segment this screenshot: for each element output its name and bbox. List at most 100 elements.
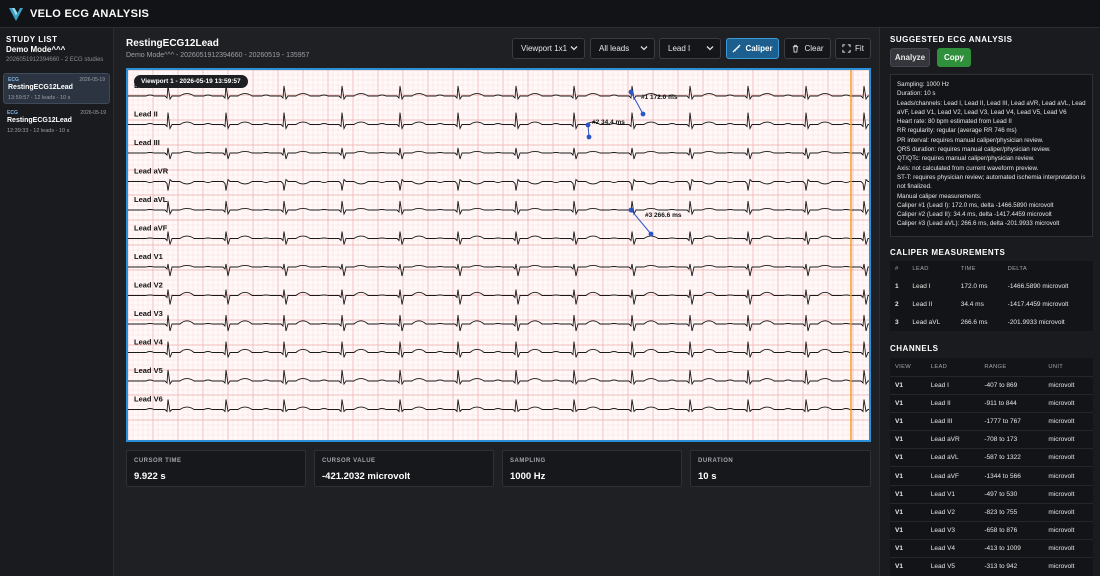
table-cell: microvolt — [1043, 430, 1093, 450]
stat-label: DURATION — [698, 458, 734, 464]
analysis-line: Sampling: 1000 Hz — [897, 81, 950, 88]
table-cell: Lead I — [912, 282, 931, 290]
table-cell: V1 — [890, 521, 926, 541]
caliper-row[interactable]: 2 Lead II 34.4 ms -1417.4459 microvolt — [890, 295, 1093, 313]
table-cell: V1 — [890, 485, 926, 504]
trash-icon — [793, 44, 799, 53]
table-cell: microvolt — [1043, 466, 1093, 486]
channel-row[interactable]: V1 Lead aVF -1344 to 566 microvolt — [890, 466, 1093, 486]
lead-filter-value: All leads — [599, 44, 630, 53]
stat-label: CURSOR VALUE — [322, 458, 376, 464]
study-type-tag: ECG — [7, 110, 18, 116]
caliper-table: # LEAD TIME DELTA 1 Lead I 172.0 ms -1466.5… — [890, 261, 1093, 331]
table-cell: 34.4 ms — [960, 300, 984, 308]
lead-label: Lead V1 — [134, 252, 163, 261]
table-header-row: # LEAD TIME DELTA — [890, 261, 1093, 277]
channel-row[interactable]: V1 Lead V5 -313 to 942 microvolt — [890, 557, 1093, 576]
caliper-lead-select[interactable]: Lead I — [659, 38, 721, 59]
analysis-header: SUGGESTED ECG ANALYSIS — [890, 35, 1013, 44]
clear-button[interactable]: Clear — [784, 38, 831, 59]
study-date: 2026-05-19 — [79, 77, 105, 83]
column-header: TIME — [960, 266, 976, 272]
caliper-table-header: CALIPER MEASUREMENTS — [890, 248, 1006, 257]
viewport-badge: Viewport 1 - 2026-05-19 13:59:57 — [134, 75, 248, 88]
analysis-line: RR regularity: regular (average RR 746 m… — [897, 127, 1017, 135]
ecg-viewport[interactable]: Lead ILead IILead IIILead aVRLead aVLLea… — [126, 68, 871, 442]
stat-value: 1000 Hz — [510, 471, 546, 482]
table-cell: 1 — [895, 282, 899, 290]
viewport-layout-select[interactable]: Viewport 1x1 — [512, 38, 585, 59]
table-cell: V1 — [890, 394, 926, 413]
study-type-tag: ECG — [8, 77, 19, 83]
top-bar: VELO ECG ANALYSIS — [0, 0, 1100, 28]
table-cell: Lead V5 — [925, 557, 980, 576]
table-cell: 2 — [895, 300, 899, 308]
caliper-label: #3 266.6 ms — [645, 212, 682, 219]
ecg-waveform-canvas[interactable]: Lead ILead IILead IIILead aVRLead aVLLea… — [128, 70, 869, 440]
table-cell: Lead V2 — [925, 503, 980, 523]
analysis-line: QT/QTc: requires manual caliper/physicia… — [897, 155, 1035, 163]
table-cell: V1 — [890, 557, 926, 576]
study-list-header: STUDY LIST — [6, 35, 58, 44]
column-header: # — [895, 266, 899, 272]
channels-table: VIEW LEAD RANGE UNIT V1 Lead I -407 to 869… — [890, 358, 1093, 576]
analysis-line: Axis: not calculated from current wavefo… — [897, 164, 1039, 172]
lead-filter-select[interactable]: All leads — [590, 38, 655, 59]
copy-button[interactable]: Copy — [937, 48, 971, 67]
channel-row[interactable]: V1 Lead V1 -497 to 530 microvolt — [890, 485, 1093, 504]
study-item[interactable]: ECG 2026-05-19 RestingECG12Lead 12:39:33… — [3, 107, 110, 138]
chevron-down-icon — [640, 46, 648, 51]
table-header-row: VIEW LEAD RANGE UNIT — [890, 358, 1093, 377]
table-cell: -1466.5890 microvolt — [1007, 282, 1069, 290]
table-cell: microvolt — [1043, 521, 1093, 541]
column-header: LEAD — [912, 266, 929, 272]
table-cell: V1 — [890, 430, 926, 450]
study-name: RestingECG12Lead — [8, 84, 73, 91]
channel-row[interactable]: V1 Lead V3 -658 to 876 microvolt — [890, 521, 1093, 541]
channels-header: CHANNELS — [890, 344, 939, 353]
table-cell: Lead V1 — [925, 485, 980, 504]
column-header: VIEW — [890, 358, 926, 377]
table-cell: Lead I — [925, 376, 980, 395]
channel-row[interactable]: V1 Lead aVL -587 to 1322 microvolt — [890, 448, 1093, 468]
ecg-grid — [128, 70, 869, 440]
stat-label: CURSOR TIME — [134, 458, 182, 464]
table-cell: -201.9933 microvolt — [1007, 318, 1065, 326]
caliper-button[interactable]: Caliper — [726, 38, 779, 59]
channel-row[interactable]: V1 Lead II -911 to 844 microvolt — [890, 394, 1093, 413]
caliper-label: #1 172.0 ms — [641, 94, 678, 101]
sampling-card: SAMPLING 1000 Hz — [502, 450, 682, 487]
study-list-sidebar: STUDY LIST Demo Mode^^^ 2026051912394660… — [0, 28, 114, 576]
patient-name: Demo Mode^^^ — [6, 45, 66, 54]
channel-row[interactable]: V1 Lead V2 -823 to 755 microvolt — [890, 503, 1093, 523]
lead-label: Lead III — [134, 138, 160, 147]
analysis-line: Duration: 10 s — [897, 90, 936, 98]
study-item[interactable]: ECG 2026-05-19 RestingECG12Lead 13:59:57… — [3, 73, 110, 104]
table-cell: microvolt — [1043, 485, 1093, 504]
table-cell: V1 — [890, 412, 926, 432]
channel-row[interactable]: V1 Lead aVR -708 to 173 microvolt — [890, 430, 1093, 450]
caliper-row[interactable]: 1 Lead I 172.0 ms -1466.5890 microvolt — [890, 277, 1093, 295]
table-cell: -708 to 173 — [979, 430, 1044, 450]
table-cell: Lead aVR — [925, 430, 980, 450]
table-cell: -823 to 755 — [979, 503, 1044, 523]
caliper-marker[interactable]: #2 34.4 ms — [585, 119, 626, 140]
analyze-button[interactable]: Analyze — [890, 48, 930, 67]
column-header: DELTA — [1007, 266, 1027, 272]
channel-row[interactable]: V1 Lead I -407 to 869 microvolt — [890, 376, 1093, 395]
stat-label: SAMPLING — [510, 458, 546, 464]
main-panel: RestingECG12Lead Demo Mode^^^ - 20260519… — [115, 28, 877, 576]
caliper-row[interactable]: 3 Lead aVL 266.6 ms -201.9933 microvolt — [890, 313, 1093, 331]
caliper-marker[interactable]: #3 266.6 ms — [628, 207, 682, 237]
channel-row[interactable]: V1 Lead III -1777 to 767 microvolt — [890, 412, 1093, 432]
table-cell: Lead aVF — [925, 466, 980, 486]
cursor-time-card: CURSOR TIME 9.922 s — [126, 450, 306, 487]
analysis-line: QRS duration: requires manual caliper/ph… — [897, 146, 1051, 154]
fit-button[interactable]: Fit — [835, 38, 871, 59]
table-cell: V1 — [890, 539, 926, 559]
table-cell: microvolt — [1043, 412, 1093, 432]
table-cell: -313 to 942 — [979, 557, 1044, 576]
channel-row[interactable]: V1 Lead V4 -413 to 1009 microvolt — [890, 539, 1093, 559]
table-cell: microvolt — [1043, 376, 1093, 395]
viewport-layout-value: Viewport 1x1 — [521, 44, 568, 53]
